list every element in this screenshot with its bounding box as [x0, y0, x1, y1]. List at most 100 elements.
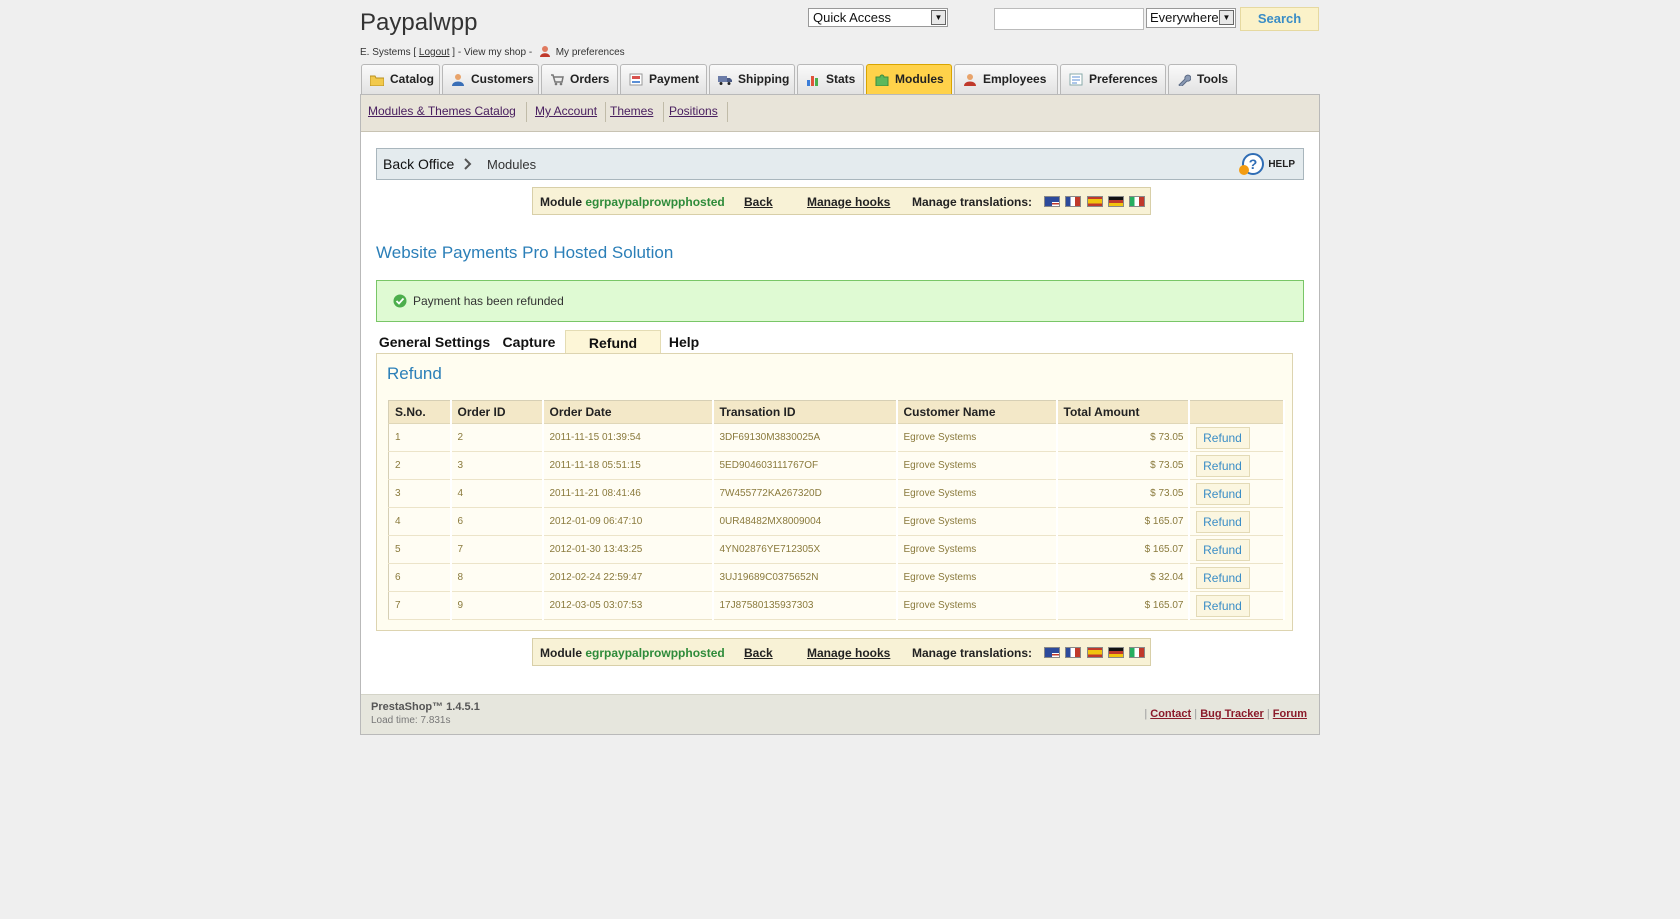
cell-sno: 7 [388, 591, 452, 620]
quick-access-select[interactable]: Quick Access ▼ [808, 8, 948, 27]
cell-order-date: 2012-03-05 03:07:53 [542, 591, 714, 620]
view-shop-link[interactable]: View my shop [464, 47, 526, 58]
subnav-my-account[interactable]: My Account [535, 104, 597, 118]
shop-title: Paypalwpp [360, 9, 478, 36]
tab-help[interactable]: Help [661, 330, 707, 355]
tab-employees[interactable]: Employees [954, 64, 1058, 94]
tab-catalog[interactable]: Catalog [361, 64, 440, 94]
breadcrumb-back-office[interactable]: Back Office [383, 156, 454, 172]
payment-icon [629, 73, 643, 86]
tab-customers[interactable]: Customers [442, 64, 539, 94]
subnav-separator [663, 102, 664, 122]
flag-fr-icon[interactable] [1065, 647, 1082, 658]
tab-general-settings[interactable]: General Settings [376, 330, 493, 355]
subnav-modules-themes-catalog[interactable]: Modules & Themes Catalog [368, 104, 516, 118]
footer-forum-link[interactable]: Forum [1273, 708, 1307, 720]
refund-button[interactable]: Refund [1195, 538, 1250, 561]
cell-total-amount: $ 73.05 [1056, 423, 1190, 452]
flag-en-icon[interactable] [1044, 196, 1060, 207]
cell-total-amount: $ 73.05 [1056, 451, 1190, 480]
footer-contact-link[interactable]: Contact [1150, 708, 1191, 720]
manage-hooks-link[interactable]: Manage hooks [807, 646, 890, 660]
search-scope-select[interactable]: Everywhere ▼ [1146, 8, 1236, 28]
breadcrumb-current: Modules [487, 157, 537, 172]
refund-button[interactable]: Refund [1195, 566, 1250, 589]
tab-shipping[interactable]: Shipping [709, 64, 795, 94]
flag-es-icon[interactable] [1086, 647, 1103, 658]
cell-sno: 1 [388, 423, 452, 452]
flag-de-icon[interactable] [1108, 647, 1125, 658]
back-link[interactable]: Back [744, 195, 773, 209]
refund-button[interactable]: Refund [1195, 510, 1250, 533]
cell-order-date: 2012-02-24 22:59:47 [542, 563, 714, 592]
flag-es-icon[interactable] [1086, 196, 1103, 207]
cell-customer-name: Egrove Systems [896, 591, 1058, 620]
cell-action: Refund [1188, 479, 1285, 508]
manage-hooks-link[interactable]: Manage hooks [807, 195, 890, 209]
table-row: 5 7 2012-01-30 13:43:25 4YN02876YE712305… [388, 535, 1285, 564]
cell-order-id: 7 [450, 535, 544, 564]
flag-en-icon[interactable] [1044, 647, 1060, 658]
refund-button[interactable]: Refund [1195, 594, 1250, 617]
truck-icon [718, 76, 732, 85]
cell-customer-name: Egrove Systems [896, 423, 1058, 452]
footer-bug-tracker-link[interactable]: Bug Tracker [1200, 708, 1264, 720]
tab-capture[interactable]: Capture [493, 330, 565, 355]
logout-link[interactable]: Logout [419, 47, 450, 58]
cell-order-date: 2011-11-21 08:41:46 [542, 479, 714, 508]
cell-total-amount: $ 165.07 [1056, 535, 1190, 564]
tab-refund[interactable]: Refund [565, 330, 661, 355]
cell-action: Refund [1188, 591, 1285, 620]
translation-flags [1044, 196, 1147, 210]
subnav-themes[interactable]: Themes [610, 104, 653, 118]
tab-payment[interactable]: Payment [620, 64, 707, 94]
column-header: Order ID [450, 400, 544, 424]
chevron-down-icon: ▼ [1219, 10, 1234, 25]
tab-label: Orders [570, 72, 610, 86]
refund-button[interactable]: Refund [1195, 454, 1250, 477]
cell-customer-name: Egrove Systems [896, 479, 1058, 508]
refund-button[interactable]: Refund [1195, 482, 1250, 505]
flag-it-icon[interactable] [1129, 196, 1146, 207]
tab-stats[interactable]: Stats [797, 64, 864, 94]
cell-order-id: 4 [450, 479, 544, 508]
column-header: Transation ID [712, 400, 898, 424]
tab-label: Preferences [1089, 72, 1158, 86]
subnav-separator [727, 102, 728, 122]
cell-action: Refund [1188, 451, 1285, 480]
tab-label: Tools [1197, 72, 1229, 86]
search-input[interactable] [994, 8, 1144, 30]
tab-modules[interactable]: Modules [866, 64, 952, 94]
cell-transaction-id: 7W455772KA267320D [712, 479, 898, 508]
module-name: egrpaypalprowpphosted [585, 646, 725, 660]
tab-tools[interactable]: Tools [1168, 64, 1237, 94]
tab-label: Shipping [738, 72, 790, 86]
subnav-positions[interactable]: Positions [669, 104, 718, 118]
tab-preferences[interactable]: Preferences [1060, 64, 1166, 94]
help-button[interactable]: ? HELP [1238, 153, 1295, 177]
search-button[interactable]: Search [1240, 7, 1319, 31]
confirmation-message: Payment has been refunded [376, 280, 1304, 322]
refund-button[interactable]: Refund [1195, 426, 1250, 449]
tab-orders[interactable]: Orders [541, 64, 618, 94]
module-toolbar-bottom: Module egrpaypalprowpphosted Back Manage… [532, 638, 1151, 666]
cell-order-id: 8 [450, 563, 544, 592]
cell-customer-name: Egrove Systems [896, 451, 1058, 480]
cell-action: Refund [1188, 535, 1285, 564]
my-preferences-link[interactable]: My preferences [556, 47, 625, 58]
back-link[interactable]: Back [744, 646, 773, 660]
panel-title: Refund [387, 364, 442, 383]
subnav-separator [526, 102, 527, 122]
user-name: E. Systems [360, 47, 411, 58]
module-toolbar-top: Module egrpaypalprowpphosted Back Manage… [532, 187, 1151, 215]
flag-it-icon[interactable] [1129, 647, 1146, 658]
flag-fr-icon[interactable] [1065, 196, 1082, 207]
translation-flags [1044, 647, 1147, 661]
cell-sno: 4 [388, 507, 452, 536]
cell-action: Refund [1188, 563, 1285, 592]
module-name: egrpaypalprowpphosted [585, 195, 725, 209]
manage-translations-label: Manage translations: [912, 195, 1033, 209]
flag-de-icon[interactable] [1108, 196, 1125, 207]
module-label-text: Module [540, 195, 582, 209]
module-label: Module egrpaypalprowpphosted [540, 646, 725, 660]
